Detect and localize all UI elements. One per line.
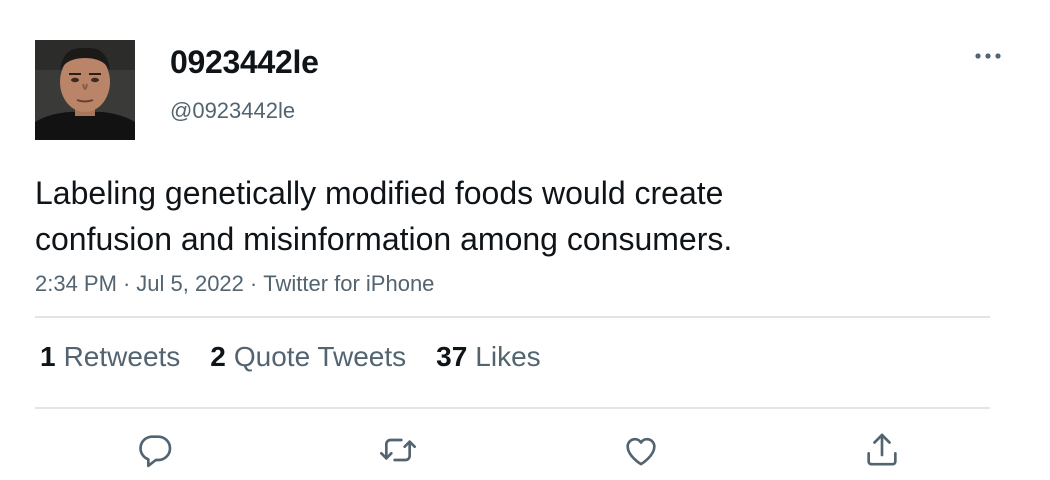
retweets-count: 1 — [40, 341, 56, 372]
retweet-button[interactable] — [376, 428, 420, 472]
more-options-button[interactable] — [968, 42, 1008, 70]
more-horizontal-icon — [975, 53, 1001, 59]
display-name[interactable]: 0923442le — [170, 44, 319, 81]
engagement-stats: 1 Retweets 2 Quote Tweets 37 Likes — [40, 341, 571, 373]
quote-tweets-stat[interactable]: 2 Quote Tweets — [210, 341, 406, 373]
tweet-text-line: confusion and misinformation among consu… — [35, 221, 733, 257]
retweet-icon — [380, 438, 416, 462]
reply-button[interactable] — [133, 428, 177, 472]
tweet-date[interactable]: Jul 5, 2022 — [136, 271, 244, 296]
like-button[interactable] — [619, 428, 663, 472]
avatar[interactable] — [35, 40, 135, 140]
reply-icon — [139, 435, 172, 468]
tweet-source[interactable]: Twitter for iPhone — [263, 271, 434, 296]
tweet-time[interactable]: 2:34 PM — [35, 271, 117, 296]
avatar-photo — [35, 40, 135, 140]
heart-icon — [626, 437, 656, 466]
likes-label: Likes — [475, 341, 541, 372]
meta-separator: · — [122, 271, 131, 296]
quote-tweets-count: 2 — [210, 341, 226, 372]
user-handle[interactable]: @0923442le — [170, 98, 295, 124]
meta-separator: · — [249, 271, 258, 296]
share-icon — [867, 433, 897, 466]
tweet-text: Labeling genetically modified foods woul… — [35, 170, 995, 262]
likes-count: 37 — [436, 341, 468, 372]
retweets-label: Retweets — [63, 341, 181, 372]
retweets-stat[interactable]: 1 Retweets — [40, 341, 180, 373]
divider — [35, 316, 990, 318]
quote-tweets-label: Quote Tweets — [233, 341, 407, 372]
tweet-card: 0923442le @0923442le Labeling geneticall… — [0, 0, 1050, 480]
tweet-text-line: Labeling genetically modified foods woul… — [35, 175, 724, 211]
tweet-meta: 2:34 PM · Jul 5, 2022 · Twitter for iPhone — [35, 271, 434, 297]
divider — [35, 407, 990, 409]
likes-stat[interactable]: 37 Likes — [436, 341, 541, 373]
share-button[interactable] — [860, 428, 904, 472]
